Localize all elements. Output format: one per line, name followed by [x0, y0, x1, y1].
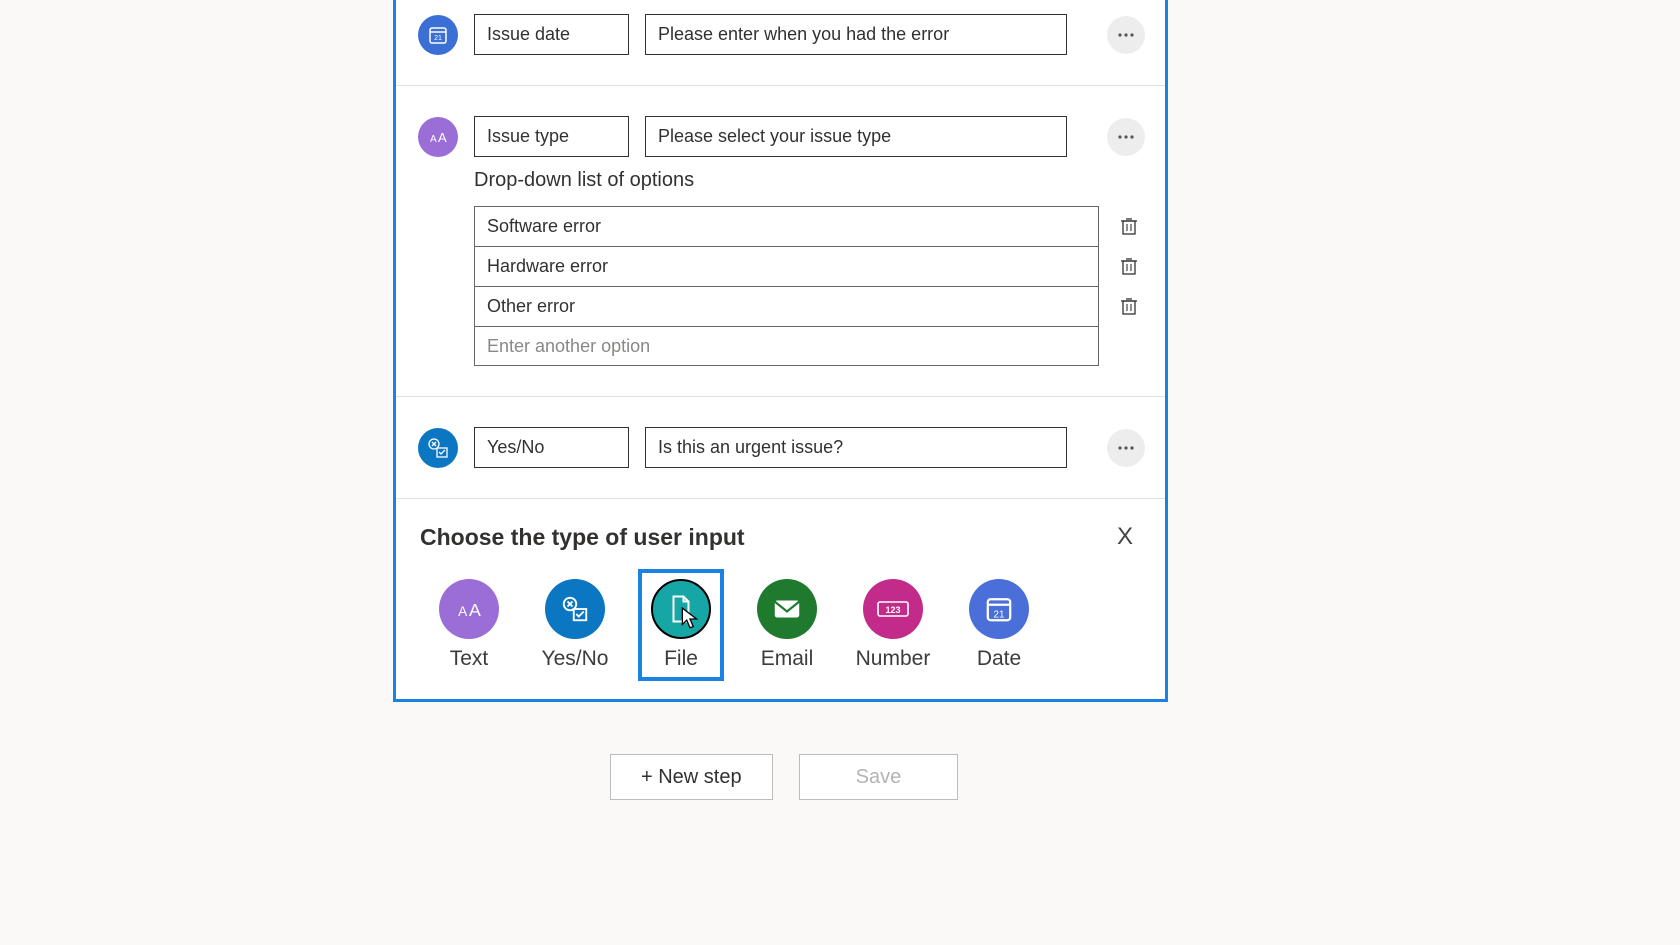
dropdown-options-area: Drop-down list of options: [396, 169, 1165, 396]
svg-text:21: 21: [434, 35, 442, 42]
input-section-date: 21: [396, 0, 1165, 85]
input-description-field[interactable]: [645, 427, 1067, 468]
delete-option-button[interactable]: [1117, 254, 1141, 278]
more-options-button[interactable]: [1107, 118, 1145, 156]
close-type-picker-button[interactable]: X: [1109, 519, 1141, 555]
type-option-label: Date: [977, 647, 1021, 671]
input-section-text: AA Drop-down list of options: [396, 85, 1165, 396]
text-icon: AA: [418, 117, 458, 157]
trash-icon: [1120, 296, 1138, 316]
number-icon: 123: [863, 579, 923, 639]
flow-trigger-card: 21 AA Drop-down list of options: [393, 0, 1168, 702]
dropdown-option-row: [474, 246, 1141, 286]
type-option-label: Email: [761, 647, 814, 671]
type-picker-header: Choose the type of user input X: [420, 519, 1141, 555]
input-name-field[interactable]: [474, 14, 629, 55]
input-description-field[interactable]: [645, 116, 1067, 157]
svg-text:A: A: [469, 600, 481, 620]
input-row: AA: [396, 86, 1165, 169]
input-description-field[interactable]: [645, 14, 1067, 55]
dropdown-option-input[interactable]: [474, 206, 1099, 246]
text-icon: AA: [439, 579, 499, 639]
more-options-button[interactable]: [1107, 16, 1145, 54]
type-option-label: Number: [856, 647, 931, 671]
yesno-icon: [545, 579, 605, 639]
input-name-field[interactable]: [474, 116, 629, 157]
svg-text:A: A: [430, 134, 437, 145]
type-option-label: File: [664, 647, 698, 671]
more-options-button[interactable]: [1107, 429, 1145, 467]
dropdown-option-input[interactable]: [474, 246, 1099, 286]
ellipsis-icon: [1118, 446, 1134, 450]
save-button[interactable]: Save: [799, 754, 959, 800]
type-option-date[interactable]: 21 Date: [956, 569, 1042, 681]
input-row: 21: [396, 14, 1165, 85]
dropdown-option-input[interactable]: [474, 286, 1099, 326]
input-type-picker: Choose the type of user input X AA Text …: [396, 498, 1165, 695]
trash-icon: [1120, 216, 1138, 236]
dropdown-option-row: [474, 206, 1141, 246]
trash-icon: [1120, 256, 1138, 276]
dropdown-option-input[interactable]: [474, 326, 1099, 366]
type-option-text[interactable]: AA Text: [426, 569, 512, 681]
email-icon: [757, 579, 817, 639]
type-option-file[interactable]: File: [638, 569, 724, 681]
input-row: [396, 397, 1165, 498]
svg-text:A: A: [458, 604, 468, 619]
input-section-yesno: [396, 396, 1165, 498]
delete-option-button[interactable]: [1117, 214, 1141, 238]
footer-buttons: + New step Save: [610, 754, 958, 800]
dropdown-option-row: [474, 286, 1141, 326]
type-picker-title: Choose the type of user input: [420, 524, 745, 551]
calendar-icon: 21: [969, 579, 1029, 639]
type-options-row: AA Text Yes/No File: [420, 569, 1141, 681]
type-option-email[interactable]: Email: [744, 569, 830, 681]
delete-option-button[interactable]: [1117, 294, 1141, 318]
type-option-label: Yes/No: [542, 647, 609, 671]
dropdown-option-row: [474, 326, 1141, 366]
svg-text:123: 123: [885, 605, 900, 615]
ellipsis-icon: [1118, 33, 1134, 37]
svg-text:A: A: [438, 130, 447, 145]
calendar-icon: 21: [418, 15, 458, 55]
svg-text:21: 21: [994, 609, 1005, 620]
input-name-field[interactable]: [474, 427, 629, 468]
file-icon: [651, 579, 711, 639]
dropdown-label: Drop-down list of options: [474, 169, 1141, 192]
type-option-label: Text: [450, 647, 489, 671]
type-option-yesno[interactable]: Yes/No: [532, 569, 618, 681]
new-step-button[interactable]: + New step: [610, 754, 773, 800]
type-option-number[interactable]: 123 Number: [850, 569, 936, 681]
yesno-icon: [418, 428, 458, 468]
ellipsis-icon: [1118, 135, 1134, 139]
